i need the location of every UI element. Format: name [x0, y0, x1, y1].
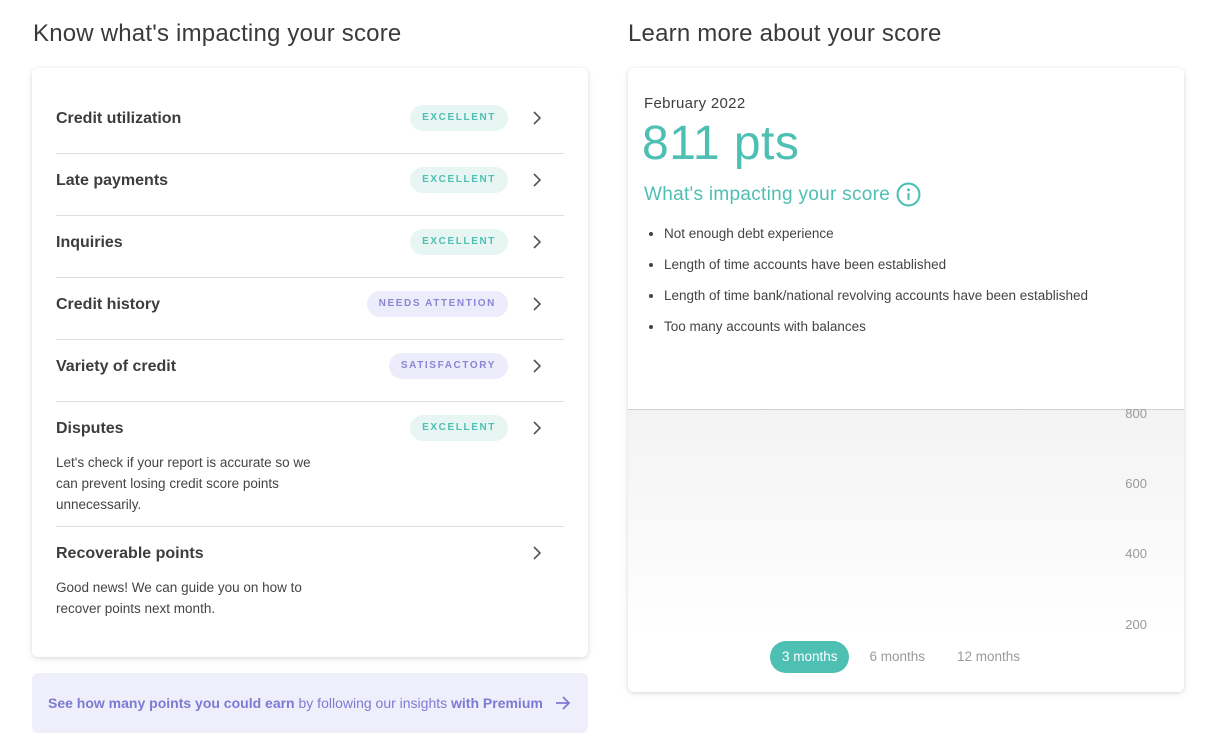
- factor-row-late-payments[interactable]: Late payments EXCELLENT: [56, 154, 564, 216]
- chevron-right-icon[interactable]: [532, 421, 542, 435]
- factor-row-inquiries[interactable]: Inquiries EXCELLENT: [56, 216, 564, 278]
- premium-banner-middle: by following our insights: [294, 695, 452, 711]
- factor-row-credit-history[interactable]: Credit history NEEDS ATTENTION: [56, 278, 564, 340]
- y-tick-label: 800: [1125, 406, 1147, 421]
- factor-description: Let's check if your report is accurate s…: [56, 455, 311, 512]
- right-section-title: Learn more about your score: [628, 20, 942, 47]
- factor-name: Disputes: [56, 420, 124, 437]
- impact-factors-list: Not enough debt experience Length of tim…: [664, 225, 1088, 349]
- factor-row-recoverable-points[interactable]: Recoverable points Good news! We can gui…: [56, 527, 564, 627]
- chevron-right-icon[interactable]: [532, 297, 542, 311]
- status-badge: EXCELLENT: [410, 415, 508, 441]
- impact-heading-text: What's impacting your score: [644, 183, 891, 205]
- status-badge: EXCELLENT: [410, 105, 508, 131]
- chevron-right-icon[interactable]: [532, 173, 542, 187]
- chevron-right-icon[interactable]: [532, 546, 542, 560]
- score-date: February 2022: [644, 95, 746, 112]
- impact-list-item: Length of time accounts have been establ…: [664, 256, 1088, 287]
- factor-name: Credit utilization: [56, 110, 182, 127]
- factor-name: Credit history: [56, 296, 161, 313]
- tab-3-months[interactable]: 3 months: [769, 641, 850, 673]
- impact-heading: What's impacting your score: [644, 182, 921, 207]
- factor-name: Late payments: [56, 172, 169, 189]
- time-range-tabs: 3 months 6 months 12 months: [628, 641, 1184, 673]
- premium-banner-bold-start: See how many points you could earn: [48, 695, 295, 711]
- chevron-right-icon[interactable]: [532, 111, 542, 125]
- left-section-title: Know what's impacting your score: [33, 20, 402, 47]
- factor-row-disputes[interactable]: Disputes EXCELLENT Let's check if your r…: [56, 402, 564, 527]
- status-badge: EXCELLENT: [410, 229, 508, 255]
- arrow-right-icon: [555, 696, 571, 710]
- score-factors-card: Credit utilization EXCELLENT Late paymen…: [32, 68, 588, 657]
- impact-list-item: Too many accounts with balances: [664, 318, 1088, 349]
- y-tick-label: 600: [1125, 476, 1147, 491]
- chevron-right-icon[interactable]: [532, 359, 542, 373]
- impact-list-item: Length of time bank/national revolving a…: [664, 287, 1088, 318]
- factor-description: Good news! We can guide you on how to re…: [56, 580, 302, 616]
- tab-12-months[interactable]: 12 months: [945, 641, 1032, 673]
- score-value: 811 pts: [642, 117, 800, 170]
- factor-name: Inquiries: [56, 234, 123, 251]
- chevron-right-icon[interactable]: [532, 235, 542, 249]
- tab-6-months[interactable]: 6 months: [857, 641, 937, 673]
- premium-banner-bold-end: with Premium: [451, 695, 543, 711]
- info-icon[interactable]: [896, 182, 921, 207]
- factor-row-variety-of-credit[interactable]: Variety of credit SATISFACTORY: [56, 340, 564, 402]
- status-badge: NEEDS ATTENTION: [366, 291, 508, 317]
- status-badge: EXCELLENT: [410, 167, 508, 193]
- status-badge: SATISFACTORY: [388, 353, 508, 379]
- score-card: February 2022 811 pts What's impacting y…: [628, 68, 1184, 692]
- score-history-chart: 800 600 400 200: [628, 406, 1184, 639]
- factor-name: Variety of credit: [56, 358, 177, 375]
- factor-row-credit-utilization[interactable]: Credit utilization EXCELLENT: [56, 68, 564, 154]
- impact-list-item: Not enough debt experience: [664, 225, 1088, 256]
- premium-banner-link[interactable]: See how many points you could earn by fo…: [32, 673, 588, 733]
- y-tick-label: 200: [1125, 617, 1147, 632]
- y-tick-label: 400: [1125, 546, 1147, 561]
- factor-name: Recoverable points: [56, 545, 204, 562]
